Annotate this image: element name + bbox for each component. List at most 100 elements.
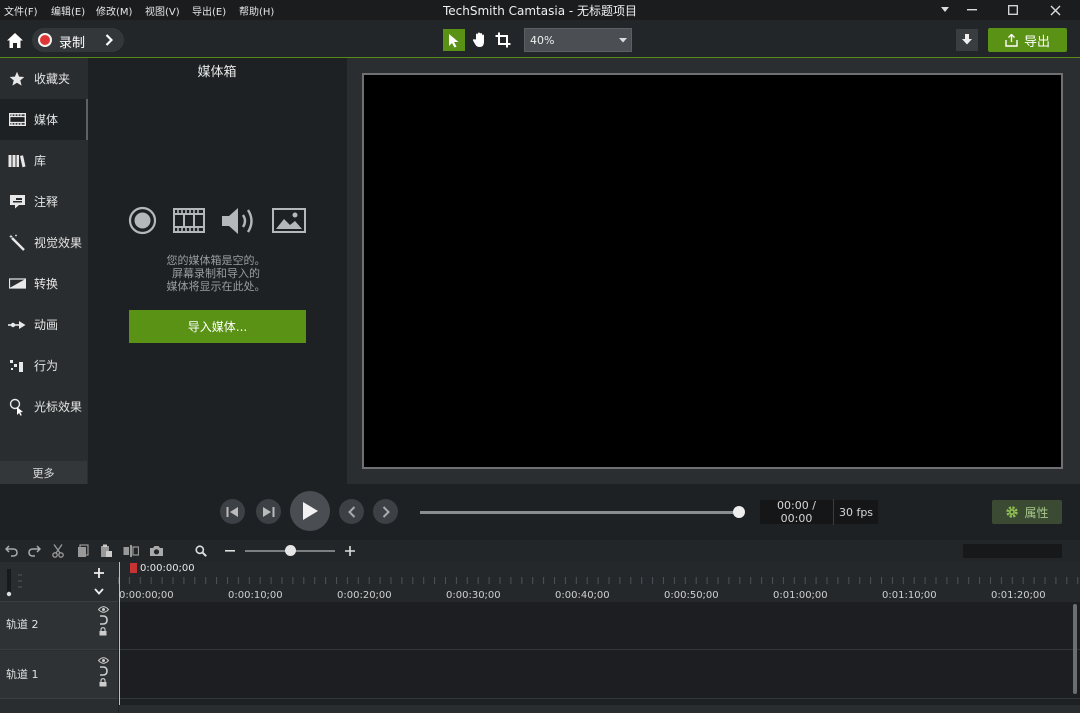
rail-item-favorites[interactable]: 收藏夹	[0, 58, 88, 99]
cut-icon[interactable]	[49, 543, 67, 559]
chevron-down-icon[interactable]	[90, 584, 108, 598]
zoom-select[interactable]: 40%	[524, 28, 632, 52]
rail-item-behaviors[interactable]: 行为	[0, 345, 88, 386]
record-dot-icon	[38, 33, 52, 47]
next-marker-icon[interactable]	[373, 499, 398, 524]
magnet-icon[interactable]	[99, 615, 108, 625]
star-icon	[8, 70, 26, 88]
camera-snapshot-icon[interactable]	[147, 543, 165, 559]
annotation-icon	[8, 193, 26, 211]
rail-item-media[interactable]: 媒体	[0, 99, 88, 140]
tick-label: 0:01:00;00	[773, 590, 828, 601]
eye-icon[interactable]	[97, 606, 109, 613]
media-bin-title: 媒体箱	[88, 58, 346, 88]
tick-label: 0:00:20;00	[337, 590, 392, 601]
rail-item-label: 动画	[34, 318, 59, 332]
paste-icon[interactable]	[97, 543, 115, 559]
lock-icon[interactable]	[99, 627, 107, 636]
track-name: 轨道 2	[6, 618, 39, 631]
library-icon	[8, 152, 26, 170]
chevron-right-icon[interactable]	[100, 30, 118, 50]
tick-label: 0:00:00;00	[119, 590, 174, 601]
pan-hand-icon[interactable]	[468, 29, 490, 51]
track-name: 轨道 1	[6, 668, 39, 681]
playhead-marker[interactable]	[130, 563, 137, 573]
tick-label: 0:00:10;00	[228, 590, 283, 601]
empty-bin-message: 您的媒体箱是空的。 屏幕录制和导入的 媒体将显示在此处。	[140, 254, 292, 293]
film-icon	[173, 208, 205, 233]
step-back-icon[interactable]	[220, 499, 245, 524]
undo-icon[interactable]	[2, 543, 20, 559]
rail-item-animations[interactable]: 动画	[0, 304, 88, 345]
copy-icon[interactable]	[74, 543, 92, 559]
film-icon	[8, 111, 26, 129]
window-title: TechSmith Camtasia - 无标题项目	[442, 4, 638, 18]
zoom-out-icon[interactable]	[221, 543, 239, 559]
tick-label: 0:00:40;00	[555, 590, 610, 601]
record-circle-icon	[128, 206, 157, 235]
rail-item-label: 收藏夹	[34, 72, 71, 86]
scrub-track[interactable]	[420, 511, 740, 514]
rail-item-library[interactable]: 库	[0, 140, 88, 181]
track-lane-2[interactable]	[119, 602, 1080, 650]
fps-value: 30 fps	[838, 505, 874, 519]
playhead-line	[119, 562, 120, 713]
arrow-cursor-icon	[449, 33, 459, 47]
animation-arrow-icon	[8, 316, 26, 334]
cursor-effect-icon	[8, 398, 26, 416]
rail-item-annotations[interactable]: 注释	[0, 181, 88, 222]
properties-label: 属性	[1024, 505, 1049, 520]
download-icon[interactable]	[956, 29, 978, 51]
magnet-icon[interactable]	[99, 666, 108, 676]
import-media-button[interactable]: 导入媒体...	[129, 310, 306, 343]
track-lane-1[interactable]	[119, 651, 1080, 699]
track-controls	[96, 657, 110, 687]
image-icon	[272, 208, 306, 233]
speaker-icon	[221, 206, 257, 236]
rail-item-cursor-effects[interactable]: 光标效果	[0, 386, 88, 427]
timeline-vertical-scrollbar[interactable]	[1073, 604, 1077, 694]
share-upload-icon	[1005, 33, 1018, 47]
rail-item-visual-effects[interactable]: 视觉效果	[0, 222, 88, 263]
rail-item-label: 行为	[34, 359, 59, 373]
tick-label: 0:01:10;00	[882, 590, 937, 601]
rail-item-label: 转换	[34, 277, 59, 291]
timeline-horizontal-scrollbar[interactable]	[119, 705, 1080, 713]
zoom-value: 40%	[530, 33, 555, 47]
crop-icon[interactable]	[492, 29, 514, 51]
close-icon[interactable]	[1035, 0, 1075, 20]
add-track-icon[interactable]	[90, 566, 108, 580]
lock-icon[interactable]	[99, 678, 107, 687]
rail-item-label: 注释	[34, 195, 59, 209]
timeline-zoom-handle[interactable]	[285, 545, 296, 556]
properties-button[interactable]: 属性	[992, 500, 1062, 524]
track-height-slider[interactable]	[5, 567, 22, 597]
home-icon[interactable]	[4, 29, 26, 51]
timeline-overview[interactable]	[963, 544, 1062, 558]
redo-icon[interactable]	[25, 543, 43, 559]
zoom-in-icon[interactable]	[341, 543, 359, 559]
tick-label: 0:01:20;00	[991, 590, 1046, 601]
scrub-handle[interactable]	[733, 506, 745, 518]
rail-item-transitions[interactable]: 转换	[0, 263, 88, 304]
preview-canvas[interactable]	[362, 73, 1063, 469]
magic-wand-icon	[8, 234, 26, 252]
previous-marker-icon[interactable]	[339, 499, 364, 524]
minimize-icon[interactable]	[952, 0, 992, 20]
zoom-magnifier-icon	[192, 543, 210, 559]
select-tool-button[interactable]	[443, 29, 465, 51]
empty-line: 媒体将显示在此处。	[166, 280, 266, 293]
split-icon[interactable]	[122, 543, 140, 559]
rail-item-label: 视觉效果	[34, 236, 83, 250]
rail-item-label: 光标效果	[34, 400, 83, 414]
step-forward-icon[interactable]	[256, 499, 281, 524]
empty-line: 您的媒体箱是空的。	[166, 254, 266, 267]
transition-icon	[8, 275, 26, 293]
playhead-time: 0:00:00;00	[140, 563, 195, 574]
play-button[interactable]	[290, 491, 330, 531]
more-button[interactable]: 更多	[0, 461, 87, 484]
gear-icon	[1006, 506, 1019, 518]
maximize-icon[interactable]	[993, 0, 1033, 20]
eye-icon[interactable]	[97, 657, 109, 664]
export-button[interactable]: 导出	[988, 28, 1067, 52]
